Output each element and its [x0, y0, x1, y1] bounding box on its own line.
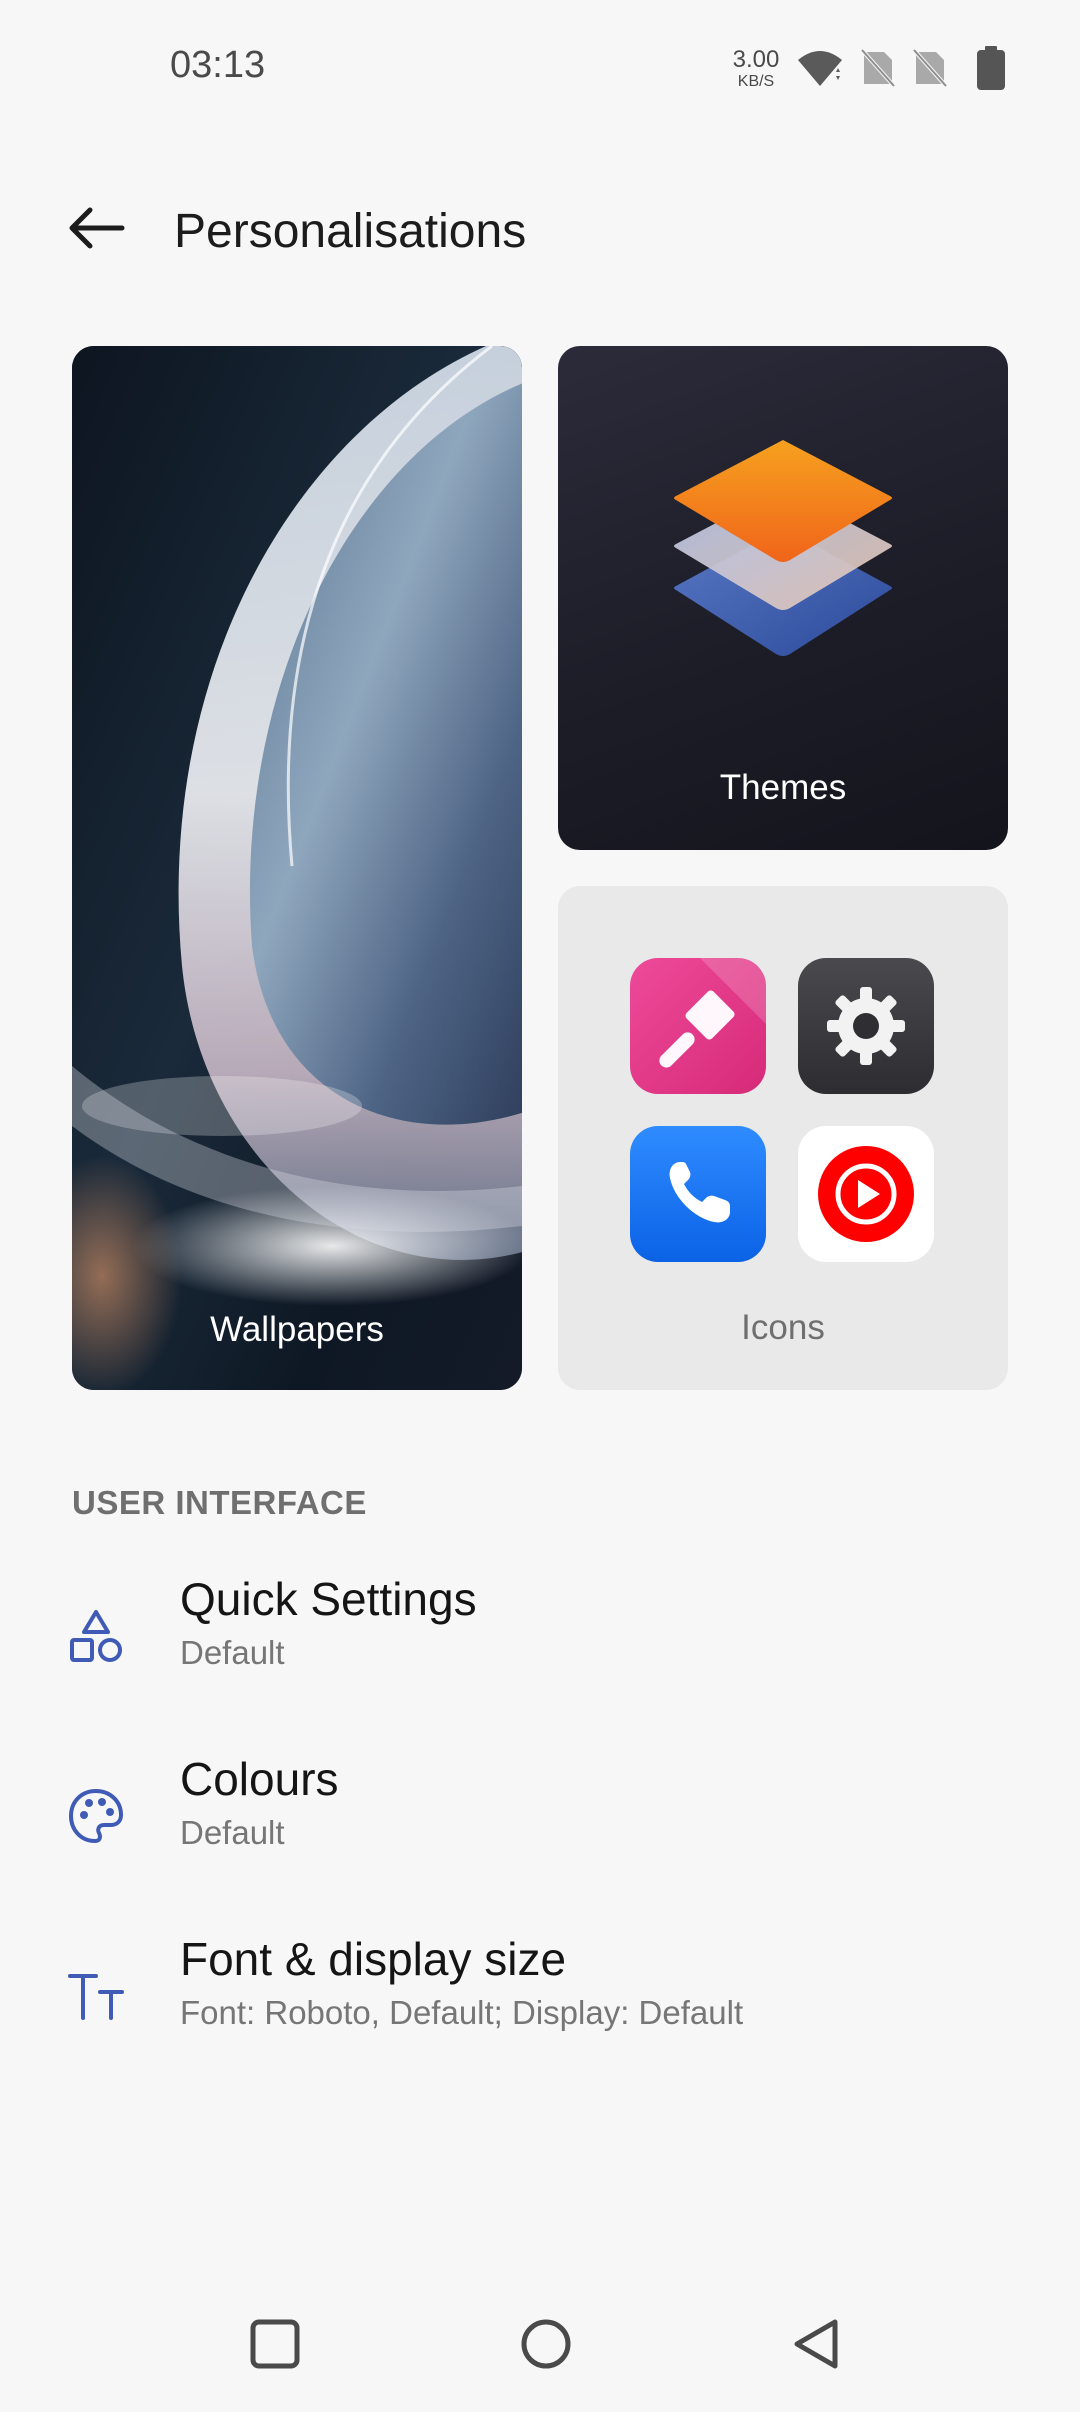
- font-display-size-subtitle: Font: Roboto, Default; Display: Default: [180, 1994, 744, 2031]
- colours-title: Colours: [180, 1753, 339, 1805]
- wallpapers-card[interactable]: Wallpapers: [72, 346, 522, 1390]
- arrow-left-icon: [66, 206, 126, 255]
- wallpapers-label: Wallpapers: [210, 1310, 384, 1349]
- colours-item[interactable]: Colours Default: [0, 1746, 1080, 1896]
- network-speed-unit: KB/S: [737, 73, 775, 90]
- colours-subtitle: Default: [180, 1814, 285, 1851]
- themes-card[interactable]: Themes: [558, 346, 1008, 850]
- youtube-music-app-icon: [798, 1126, 934, 1262]
- status-time: 03:13: [170, 44, 266, 86]
- icons-label: Icons: [741, 1308, 825, 1347]
- shapes-icon: [62, 1602, 130, 1670]
- back-triangle-icon: [789, 2316, 843, 2377]
- themes-label: Themes: [719, 768, 847, 807]
- back-button[interactable]: [52, 194, 140, 266]
- quick-settings-title: Quick Settings: [180, 1573, 477, 1625]
- nav-back-button[interactable]: [766, 2300, 866, 2392]
- home-circle-icon: [519, 2317, 573, 2376]
- recents-square-icon: [249, 2318, 301, 2375]
- wallpaper-preview-image: [72, 346, 522, 1390]
- app-bar: Personalisations: [0, 180, 1080, 280]
- status-bar: 03:13 3.00 KB/S: [0, 0, 1080, 140]
- brush-app-icon: [630, 958, 766, 1094]
- quick-settings-subtitle: Default: [180, 1634, 285, 1671]
- settings-app-icon: [798, 958, 934, 1094]
- quick-settings-item[interactable]: Quick Settings Default: [0, 1566, 1080, 1716]
- font-display-size-item[interactable]: Font & display size Font: Roboto, Defaul…: [0, 1926, 1080, 2076]
- no-sim-icon: [860, 48, 896, 93]
- no-sim-icon: [912, 48, 948, 93]
- icons-card[interactable]: Icons: [558, 886, 1008, 1390]
- font-display-size-title: Font & display size: [180, 1933, 567, 1985]
- home-button[interactable]: [496, 2300, 596, 2392]
- personalisations-screen: 03:13 3.00 KB/S Personalisations Wallpap…: [0, 0, 1080, 2412]
- wifi-icon: [796, 48, 844, 93]
- battery-icon: [974, 46, 1008, 95]
- palette-icon: [62, 1782, 130, 1850]
- navigation-bar: [0, 2280, 1080, 2412]
- page-title: Personalisations: [174, 205, 527, 258]
- layers-icon: [672, 428, 894, 673]
- network-speed: 3.00 KB/S: [728, 48, 784, 90]
- text-size-icon: [62, 1962, 130, 2030]
- network-speed-value: 3.00: [732, 46, 780, 73]
- recents-button[interactable]: [225, 2300, 325, 2392]
- phone-app-icon: [630, 1126, 766, 1262]
- section-header-user-interface: USER INTERFACE: [72, 1484, 367, 1521]
